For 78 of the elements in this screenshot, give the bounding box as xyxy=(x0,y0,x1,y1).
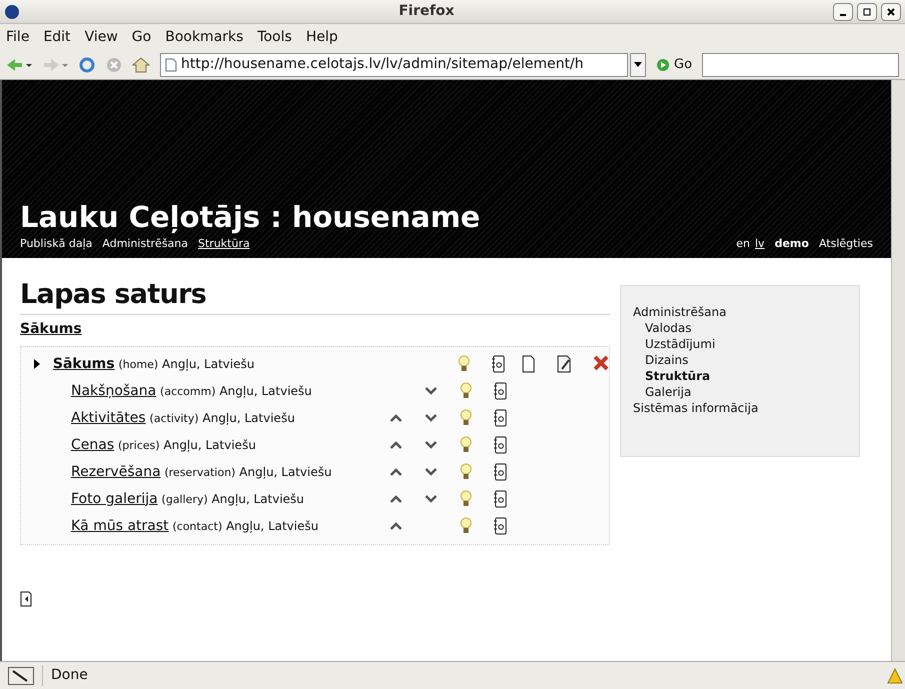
page-details: (gallery) Angļu, Latviešu xyxy=(160,492,304,506)
user-name: demo xyxy=(774,236,809,252)
sidebar-item[interactable]: Uzstādījumi xyxy=(633,336,847,352)
lightbulb-icon[interactable] xyxy=(460,409,472,428)
page-details: (contact) Angļu, Latviešu xyxy=(171,518,318,533)
close-icon xyxy=(886,6,896,16)
sidebar-item[interactable]: Struktūra xyxy=(633,368,847,384)
page-heading: Lapas saturs xyxy=(20,278,208,312)
lightbulb-icon[interactable] xyxy=(460,517,472,536)
notebook-icon[interactable] xyxy=(494,490,507,508)
menu-item[interactable]: Edit xyxy=(43,26,71,48)
delete-icon[interactable] xyxy=(593,355,609,372)
notebook-icon[interactable] xyxy=(494,382,507,400)
sidebar-item[interactable]: Galerija xyxy=(633,384,847,400)
menu-item[interactable]: View xyxy=(84,26,118,48)
page-link[interactable]: Kā mūs atrast xyxy=(71,518,169,534)
reload-icon[interactable] xyxy=(78,56,96,74)
menu-item[interactable]: Go xyxy=(132,26,152,48)
search-field[interactable] xyxy=(702,52,899,76)
menu-item[interactable]: Tools xyxy=(257,26,292,48)
warning-icon xyxy=(887,668,903,684)
back-arrow-icon[interactable] xyxy=(6,56,32,72)
maximize-icon xyxy=(862,6,872,16)
nav-link[interactable]: Publiskā daļa xyxy=(20,236,92,252)
sidebar-item[interactable]: Administrēšana xyxy=(633,304,847,320)
site-title: Lauku Ceļotājs : housename xyxy=(20,199,482,236)
dropdown-button[interactable] xyxy=(630,52,646,76)
page-icon xyxy=(165,58,177,72)
lightbulb-icon[interactable] xyxy=(458,355,470,374)
new-page-icon[interactable] xyxy=(522,355,535,374)
menu-item[interactable]: Help xyxy=(306,26,338,48)
notebook-icon[interactable] xyxy=(494,436,507,454)
sidebar-item[interactable]: Sistēmas informācija xyxy=(633,400,847,416)
notebook-icon[interactable] xyxy=(494,463,507,482)
menu-item[interactable]: File xyxy=(6,26,30,48)
page-link[interactable]: Sākums xyxy=(52,356,115,372)
nav-link[interactable]: Administrēšana xyxy=(102,236,188,252)
lightbulb-icon[interactable] xyxy=(460,382,472,400)
language-link[interactable]: lv xyxy=(755,236,765,252)
go-button[interactable]: Go xyxy=(656,54,692,74)
expand-arrow-icon[interactable] xyxy=(34,359,40,370)
edit-icon[interactable] xyxy=(557,355,571,374)
maximize-button[interactable] xyxy=(857,2,877,20)
globe-icon xyxy=(4,4,20,20)
sidebar-item[interactable]: Valodas xyxy=(633,320,847,336)
caret-icon xyxy=(634,62,642,68)
url-field[interactable]: http://housename.celotajs.lv/lv/admin/sitemap/element/h xyxy=(160,52,628,76)
play-icon xyxy=(656,58,670,72)
lightbulb-icon[interactable] xyxy=(460,436,472,454)
lightbulb-icon[interactable] xyxy=(460,490,472,508)
close-button[interactable] xyxy=(881,2,901,20)
page-details: (prices) Angļu, Latviešu xyxy=(116,438,256,452)
notebook-icon[interactable] xyxy=(494,517,507,536)
lightbulb-icon[interactable] xyxy=(460,463,472,482)
page-details: (home) Angļu, Latviešu xyxy=(117,356,254,371)
page-details: (reservation) Angļu, Latviešu xyxy=(163,464,332,479)
menu-item[interactable]: Bookmarks xyxy=(165,26,244,48)
page-link[interactable]: Cenas xyxy=(71,436,114,453)
notebook-icon[interactable] xyxy=(492,355,506,374)
minimize-button[interactable] xyxy=(833,2,853,20)
notebook-icon[interactable] xyxy=(494,409,507,428)
breadcrumb-link[interactable]: Sākums xyxy=(20,318,610,340)
window-title: Firefox xyxy=(398,2,456,21)
page-link[interactable]: Foto galerija xyxy=(71,490,158,507)
home-icon[interactable] xyxy=(132,56,150,72)
page-details: (activity) Angļu, Latviešu xyxy=(148,410,295,425)
scrollbar[interactable] xyxy=(891,80,905,661)
page-link[interactable]: Aktivitātes xyxy=(71,410,146,426)
sidebar-item[interactable]: Dizains xyxy=(633,352,847,368)
minimize-icon xyxy=(840,14,846,16)
page-details: (accomm) Angļu, Latviešu xyxy=(159,384,312,398)
logout-link[interactable]: Atslēgties xyxy=(818,236,873,252)
pen-icon xyxy=(8,666,34,684)
status-text: Done xyxy=(42,665,887,686)
page-link[interactable]: Nakšņošana xyxy=(71,382,156,399)
nav-link[interactable]: Struktūra xyxy=(198,236,250,252)
language-link[interactable]: en xyxy=(736,236,750,252)
page-link[interactable]: Rezervēšana xyxy=(71,464,161,480)
